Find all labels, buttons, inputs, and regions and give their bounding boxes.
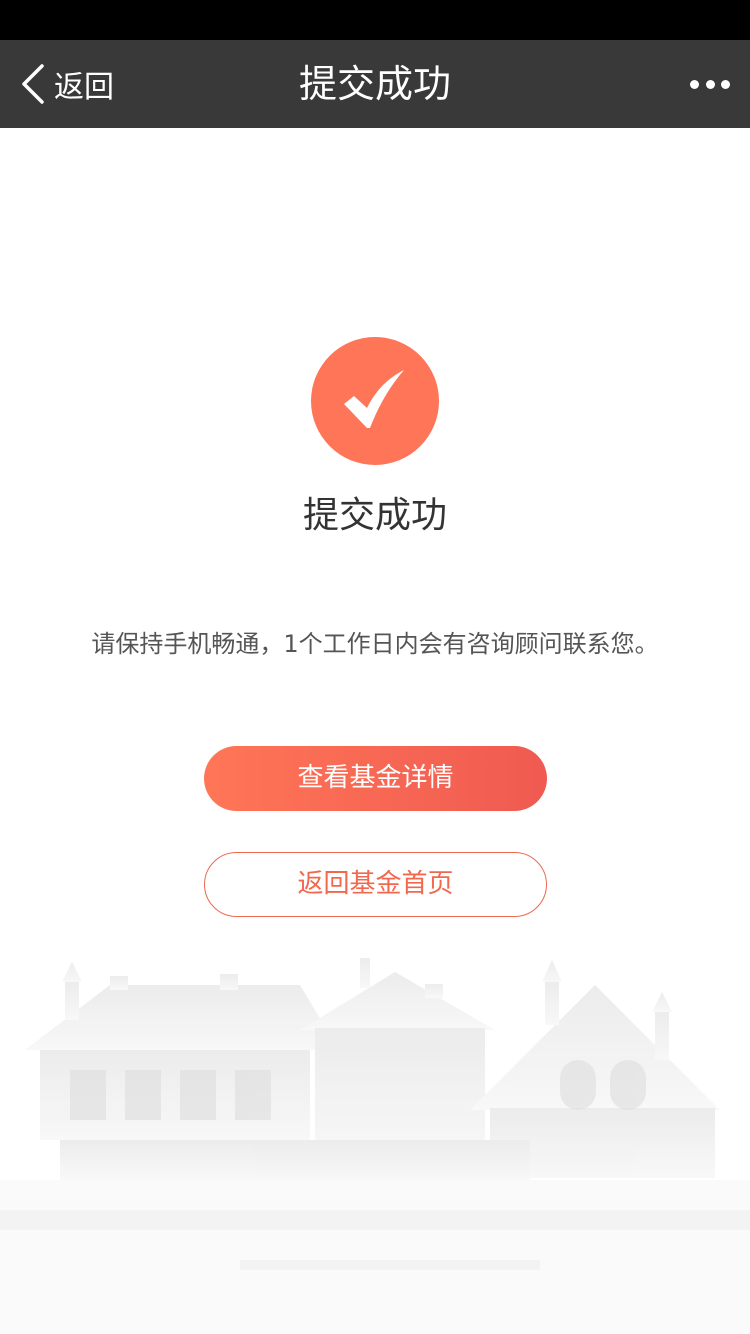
contact-notice: 请保持手机畅通，1个工作日内会有咨询顾问联系您。 (91, 630, 659, 658)
navigation-bar: 返回 提交成功 (0, 40, 750, 128)
house-illustration (0, 958, 750, 1334)
more-dots-icon (690, 79, 699, 89)
more-button[interactable] (690, 70, 730, 98)
back-label: 返回 (54, 70, 114, 105)
success-title: 提交成功 (302, 495, 447, 536)
chevron-left-icon (22, 64, 44, 104)
success-badge (311, 337, 439, 465)
status-bar (0, 0, 750, 40)
checkmark-icon (344, 370, 404, 428)
view-fund-details-button[interactable]: 查看基金详情 (204, 746, 547, 811)
back-button[interactable]: 返回 (18, 40, 114, 128)
back-to-fund-home-button[interactable]: 返回基金首页 (204, 852, 547, 917)
